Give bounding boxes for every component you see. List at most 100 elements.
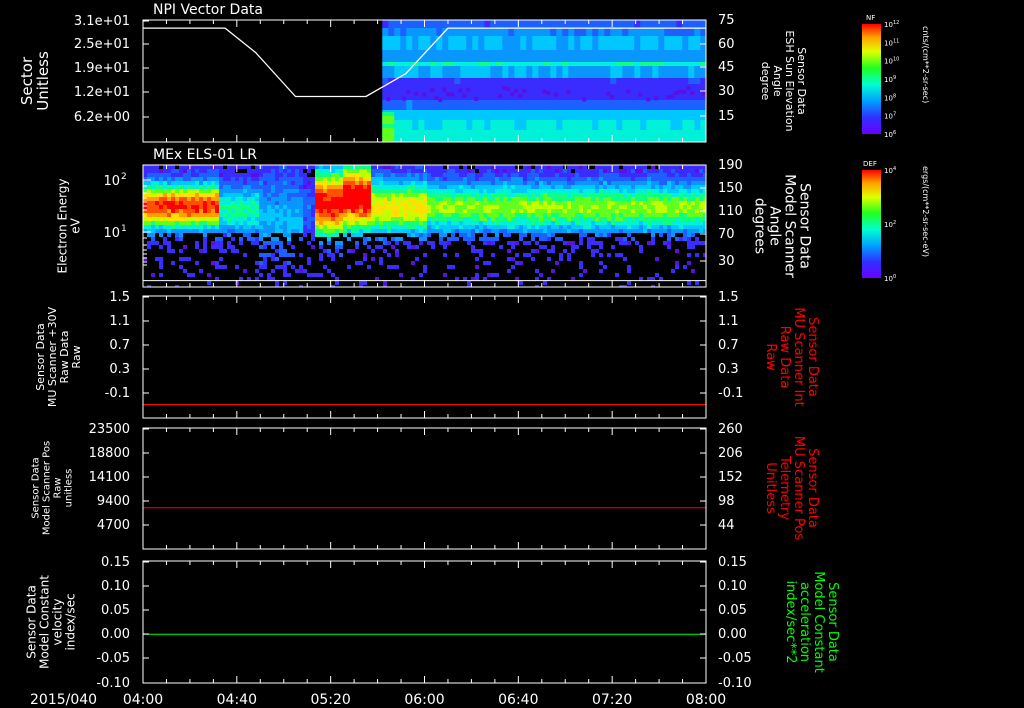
els-cell [263,241,267,245]
els-cell [303,209,307,213]
els-cell [303,173,307,177]
els-cell [319,197,323,201]
els-cell [251,209,255,213]
els-cell [691,185,695,189]
els-cell [343,213,347,217]
els-cell [227,181,231,185]
npi-cell [682,100,689,110]
els-cell [607,189,611,193]
els-cell [491,173,495,177]
els-cell [503,217,507,221]
els-cell [267,181,271,185]
els-cell [167,229,171,233]
els-cell [599,165,603,169]
els-cell [483,209,487,213]
els-cell [687,213,691,217]
els-cell [391,169,395,173]
els-cell [315,189,319,193]
npi-cell [694,62,701,66]
els-cell [275,189,279,193]
els-cell [611,173,615,177]
els-cell [299,265,303,269]
els-cell [371,173,375,177]
els-cell [463,209,467,213]
els-cell [159,221,163,225]
els-cell [299,253,303,257]
npi-cell [688,66,695,78]
els-cell [247,173,251,177]
els-cell [171,205,175,209]
els-cell [423,185,427,189]
els-cell [515,185,519,189]
npi-cell [472,36,479,50]
els-cell [699,229,703,233]
colorbar-tick-exponent: 0 [893,274,896,280]
els-cell [279,193,283,197]
npi-speckle [690,91,695,96]
els-cell [335,169,339,173]
npi-cell [532,130,539,142]
npi-cell [562,120,569,130]
els-cell [263,177,267,181]
colorbar-tick-exponent: 2 [893,220,896,226]
els-cell [283,213,287,217]
els-cell [367,265,371,269]
els-cell [651,185,655,189]
npi-cell [412,100,419,110]
els-cell [663,241,667,245]
npi-cell [520,50,527,62]
els-cell [415,229,419,233]
npi-speckle [502,86,507,91]
els-cell [663,205,667,209]
els-cell [623,201,627,205]
els-cell [355,225,359,229]
els-cell [615,237,619,241]
els-cell [459,173,463,177]
els-cell [583,185,587,189]
els-cell [663,177,667,181]
els-cell [643,213,647,217]
els-cell [343,165,347,169]
els-cell [479,173,483,177]
npi-cell [652,78,659,84]
els-cell [199,173,203,177]
npi-cell [688,130,695,142]
els-cell [223,197,227,201]
els-cell [295,193,299,197]
els-cell [291,217,295,221]
els-cell [231,185,235,189]
els-cell [503,201,507,205]
npi-cell [544,66,551,78]
els-cell [243,217,247,221]
els-cell [175,213,179,217]
els-cell [411,209,415,213]
npi-cell [430,62,437,66]
els-cell [159,261,163,265]
els-cell [347,189,351,193]
els-cell [631,181,635,185]
els-cell [555,193,559,197]
npi-cell [514,28,521,36]
els-cell [391,201,395,205]
els-cell [327,269,331,273]
els-cell [363,213,367,217]
els-cell [651,241,655,245]
els-cell [239,177,243,181]
els-cell [423,217,427,221]
els-cell [331,225,335,229]
els-cell [623,165,627,169]
els-cell [367,189,371,193]
els-cell [567,197,571,201]
els-cell [427,185,431,189]
els-cell [411,217,415,221]
els-cell [519,181,523,185]
els-cell [635,185,639,189]
els-cell [407,177,411,181]
els-cell [403,241,407,245]
els-cell [543,237,547,241]
els-cell [219,197,223,201]
els-cell [359,201,363,205]
els-cell [695,185,699,189]
els-cell [147,217,151,221]
els-cell [303,181,307,185]
